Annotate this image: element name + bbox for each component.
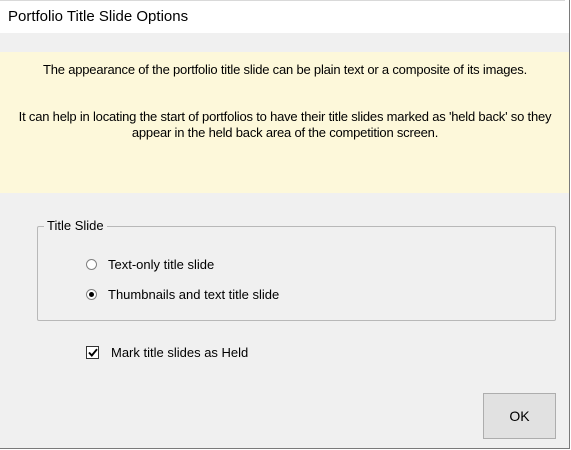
radio-text-only-label: Text-only title slide xyxy=(108,257,215,272)
radio-thumbnails-label: Thumbnails and text title slide xyxy=(108,287,280,302)
mark-held-checkbox-row[interactable]: Mark title slides as Held xyxy=(86,345,248,360)
radio-unselected-icon[interactable] xyxy=(86,259,97,270)
title-bar-edge xyxy=(0,0,565,2)
mark-held-label: Mark title slides as Held xyxy=(111,345,249,360)
title-slide-group-legend: Title Slide xyxy=(44,218,107,233)
radio-thumbnails-and-text-title-slide[interactable]: Thumbnails and text title slide xyxy=(86,287,279,302)
window-title: Portfolio Title Slide Options xyxy=(8,8,189,25)
checkmark-icon xyxy=(87,348,98,357)
info-panel: The appearance of the portfolio title sl… xyxy=(0,52,569,193)
ok-button[interactable]: OK xyxy=(483,393,556,439)
radio-text-only-title-slide[interactable]: Text-only title slide xyxy=(86,257,214,272)
title-slide-group xyxy=(37,226,556,321)
dialog-window: Portfolio Title Slide Options The appear… xyxy=(0,0,570,449)
radio-selected-icon[interactable] xyxy=(86,289,97,300)
info-paragraph-held-back: It can help in locating the start of por… xyxy=(18,109,552,140)
mark-held-checkbox[interactable] xyxy=(86,346,99,359)
info-paragraph-appearance: The appearance of the portfolio title sl… xyxy=(42,62,528,77)
title-bar[interactable]: Portfolio Title Slide Options xyxy=(0,0,569,33)
